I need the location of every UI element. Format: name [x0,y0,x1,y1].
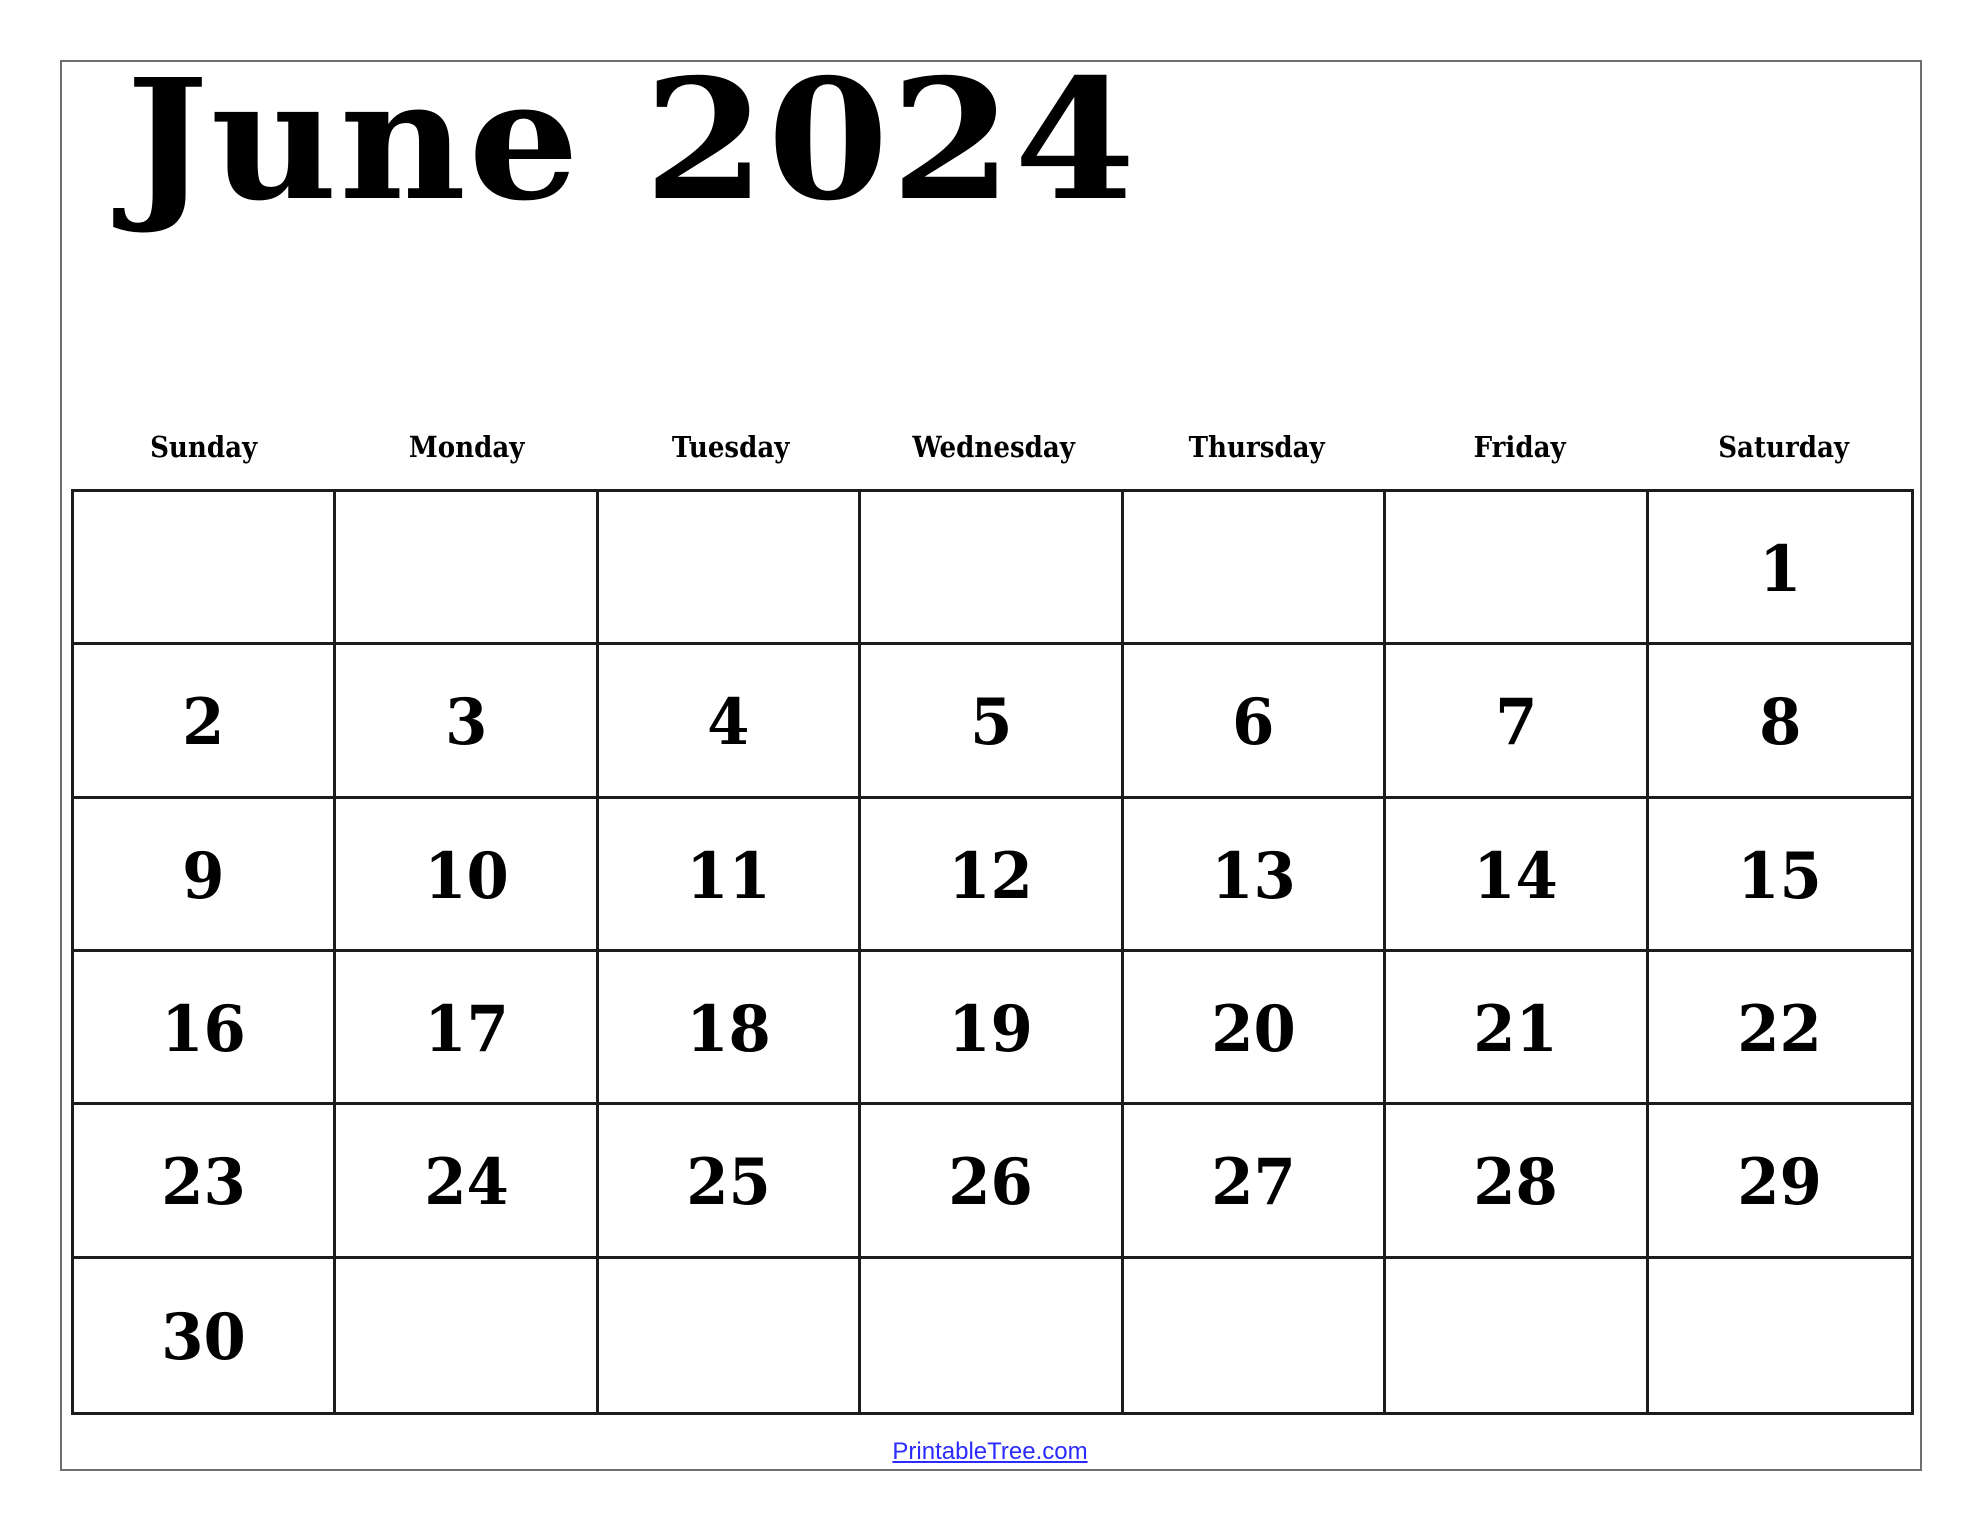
weekday-tuesday: Tuesday [671,430,790,464]
day-cell: 24 [336,1105,599,1259]
empty-day-cell [598,492,862,646]
day-cell: 1 [1648,492,1911,646]
day-number: 3 [444,685,488,761]
day-cell: 13 [1123,798,1387,952]
day-number: 19 [948,992,1034,1068]
day-cell: 30 [74,1258,337,1412]
day-cell: 21 [1386,951,1649,1106]
day-cell: 20 [1123,951,1387,1106]
day-number: 12 [948,838,1034,914]
printabletree-link[interactable]: PrintableTree.com [892,1438,1087,1465]
weekday-thursday: Thursday [1188,430,1325,464]
day-number: 8 [1758,685,1801,761]
day-cell: 16 [74,951,337,1106]
day-cell: 17 [336,951,599,1106]
day-number: 9 [182,838,225,914]
day-cell: 11 [598,798,862,952]
day-cell: 28 [1386,1105,1649,1259]
empty-day-cell [1649,1259,1911,1412]
day-number: 29 [1737,1145,1823,1221]
day-number: 27 [1211,1145,1296,1221]
empty-day-cell [861,492,1124,646]
day-number: 11 [686,838,771,914]
day-number: 25 [686,1145,771,1221]
empty-day-cell [336,492,599,646]
day-number: 13 [1211,838,1296,914]
empty-day-cell [336,1258,599,1412]
footer: PrintableTree.com [0,1438,1980,1466]
day-number: 30 [161,1300,247,1376]
day-number: 7 [1494,685,1537,761]
day-number: 6 [1232,685,1275,761]
day-number: 28 [1473,1145,1559,1221]
empty-day-cell [1386,1258,1649,1412]
day-number: 14 [1473,838,1559,914]
day-number: 1 [1758,532,1801,608]
day-cell: 15 [1648,799,1911,952]
weekday-sunday: Sunday [150,430,258,464]
day-cell: 23 [74,1105,337,1259]
day-cell: 19 [861,951,1124,1106]
day-number: 4 [707,685,750,761]
empty-day-cell [74,492,337,646]
calendar-grid: 1 2 3 4 5 6 7 8 9 10 11 12 13 14 15 16 17 18 19 20 21 22 23 24 2… [71,489,1914,1415]
day-cell: 4 [598,645,862,799]
day-number: 18 [686,992,771,1068]
day-number: 5 [969,685,1013,761]
day-cell: 26 [861,1105,1124,1259]
day-number: 22 [1737,992,1823,1068]
empty-day-cell [861,1258,1124,1412]
day-cell: 25 [598,1105,862,1259]
day-number: 10 [423,838,509,914]
day-cell: 5 [861,645,1124,799]
calendar-title: June 2024 [126,43,1138,238]
day-cell: 3 [336,645,599,799]
day-cell: 8 [1648,645,1911,799]
day-cell: 6 [1123,645,1387,799]
day-cell: 29 [1648,1105,1911,1259]
day-number: 20 [1211,992,1296,1068]
day-cell: 9 [74,798,337,952]
day-cell: 27 [1123,1105,1387,1259]
empty-day-cell [1123,492,1387,646]
day-cell: 7 [1386,645,1649,799]
day-number: 21 [1473,992,1559,1068]
day-number: 26 [948,1145,1034,1221]
day-number: 15 [1737,838,1823,914]
weekday-header-row: Sunday Monday Tuesday Wednesday Thursday… [72,425,1915,469]
day-cell: 18 [598,951,862,1106]
weekday-monday: Monday [409,430,525,464]
weekday-friday: Friday [1474,430,1567,464]
day-number: 23 [161,1145,247,1221]
weekday-wednesday: Wednesday [912,430,1075,464]
day-cell: 14 [1386,798,1649,952]
day-number: 16 [161,992,247,1068]
empty-day-cell [1386,492,1649,646]
day-cell: 12 [861,798,1124,952]
day-cell: 22 [1648,952,1911,1106]
empty-day-cell [599,1258,862,1412]
day-number: 2 [182,685,225,761]
day-cell: 2 [74,645,337,799]
day-cell: 10 [336,798,599,952]
empty-day-cell [1124,1258,1387,1412]
weekday-saturday: Saturday [1717,430,1849,464]
day-number: 17 [423,992,509,1068]
day-number: 24 [423,1145,509,1221]
